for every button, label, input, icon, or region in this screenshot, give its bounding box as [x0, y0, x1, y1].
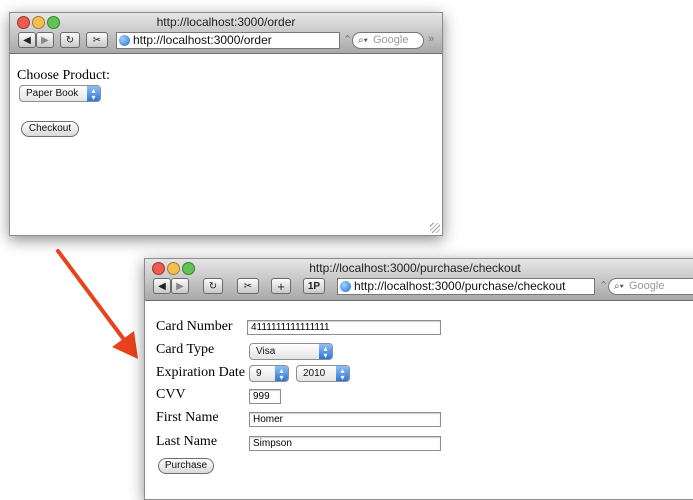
address-dropdown-icon[interactable]: ⌃ [599, 279, 608, 292]
back-arrow-icon: ◀ [158, 281, 166, 292]
address-text: http://localhost:3000/purchase/checkout [354, 279, 566, 293]
product-select[interactable]: Paper Book ▴ ▾ [19, 85, 101, 102]
snip-button[interactable]: ✂ [86, 32, 108, 48]
card-type-value: Visa [256, 346, 276, 357]
globe-icon [119, 35, 130, 46]
back-button[interactable]: ◀ [18, 32, 36, 48]
address-dropdown-icon[interactable]: ⌃ [343, 33, 352, 46]
product-selected-value: Paper Book [26, 88, 79, 99]
globe-icon [340, 281, 351, 292]
card-number-input[interactable]: 4111111111111111 [247, 320, 441, 335]
order-window: http://localhost:3000/order ◀ ▶ ↻ ✂ http… [9, 12, 443, 236]
forward-button[interactable]: ▶ [171, 278, 189, 294]
scissors-icon: ✂ [92, 35, 102, 46]
window-title: http://localhost:3000/purchase/checkout [309, 261, 521, 275]
reload-icon: ↻ [208, 281, 218, 292]
search-field[interactable]: ⌕▾ Google [608, 278, 693, 295]
search-field[interactable]: ⌕▾ Google [352, 32, 424, 49]
close-light-icon[interactable] [152, 262, 165, 275]
checkout-titlebar: http://localhost:3000/purchase/checkout … [145, 259, 693, 301]
add-bookmark-button[interactable]: + [271, 278, 291, 294]
address-bar[interactable]: http://localhost:3000/purchase/checkout [337, 278, 595, 295]
reload-button[interactable]: ↻ [60, 32, 80, 48]
back-button[interactable]: ◀ [153, 278, 171, 294]
first-name-label: First Name [156, 410, 219, 425]
order-page: Choose Product: Paper Book ▴ ▾ Checkout [10, 54, 442, 235]
exp-month-value: 9 [256, 368, 262, 379]
select-arrows-icon: ▴ ▾ [87, 86, 100, 102]
checkout-window: http://localhost:3000/purchase/checkout … [144, 258, 693, 500]
exp-year-select[interactable]: 2010 ▴ ▾ [296, 365, 350, 382]
reload-button[interactable]: ↻ [203, 278, 223, 294]
resize-grip-icon[interactable] [430, 223, 440, 233]
checkout-button[interactable]: Checkout [21, 121, 79, 137]
exp-year-value: 2010 [303, 368, 326, 379]
forward-button[interactable]: ▶ [36, 32, 54, 48]
select-arrows-icon: ▴ ▾ [275, 366, 288, 382]
password-manager-button[interactable]: 1P [303, 278, 325, 294]
first-name-input[interactable]: Homer [249, 412, 441, 427]
exp-month-select[interactable]: 9 ▴ ▾ [249, 365, 289, 382]
cvv-input[interactable]: 999 [249, 389, 281, 404]
search-placeholder: Google [373, 34, 409, 46]
cvv-label: CVV [156, 387, 186, 402]
scissors-icon: ✂ [243, 281, 253, 292]
expiration-date-label: Expiration Date [156, 365, 246, 380]
search-icon: ⌕▾ [358, 35, 368, 46]
overflow-chevron-icon[interactable]: » [428, 33, 434, 45]
direction-arrow [56, 249, 138, 359]
forward-arrow-icon: ▶ [176, 281, 184, 292]
last-name-input[interactable]: Simpson [249, 436, 441, 451]
forward-arrow-icon: ▶ [41, 35, 49, 46]
select-arrows-icon: ▴ ▾ [336, 366, 349, 382]
choose-product-label: Choose Product: [17, 68, 110, 83]
order-titlebar: http://localhost:3000/order ◀ ▶ ↻ ✂ http… [10, 13, 442, 54]
reload-icon: ↻ [65, 35, 75, 46]
back-arrow-icon: ◀ [23, 35, 31, 46]
card-type-label: Card Type [156, 342, 215, 357]
select-arrows-icon: ▴ ▾ [319, 344, 332, 360]
search-placeholder: Google [629, 280, 665, 292]
snip-button[interactable]: ✂ [237, 278, 259, 294]
minimize-light-icon[interactable] [167, 262, 180, 275]
card-number-label: Card Number [156, 319, 233, 334]
search-icon: ⌕▾ [614, 281, 624, 292]
card-type-select[interactable]: Visa ▴ ▾ [249, 343, 333, 360]
purchase-button[interactable]: Purchase [158, 458, 214, 474]
window-title: http://localhost:3000/order [156, 15, 296, 29]
address-bar[interactable]: http://localhost:3000/order [116, 32, 340, 49]
zoom-light-icon[interactable] [182, 262, 195, 275]
checkout-page: Card Number 4111111111111111 Card Type V… [145, 301, 693, 499]
last-name-label: Last Name [156, 434, 218, 449]
address-text: http://localhost:3000/order [133, 33, 272, 47]
